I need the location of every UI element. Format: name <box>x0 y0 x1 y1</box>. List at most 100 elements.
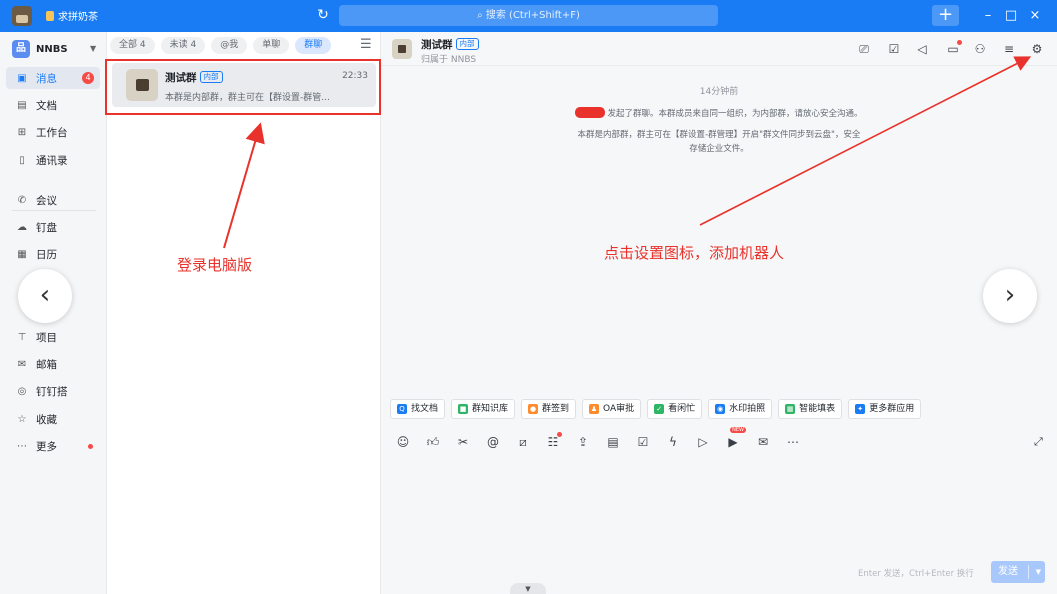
input-toolbar: ☺ 👍︎ ✂ @ ⧄ ☷ ⇪ ▤ ☑ ϟ ▷ ▶ NEW ✉ ⋯ <box>394 427 802 451</box>
quick-action-oa[interactable]: ♟ OA审批 <box>582 399 642 419</box>
calendar-icon[interactable]: ▤ <box>604 433 622 451</box>
list-menu-icon[interactable]: ☰ <box>360 37 372 52</box>
sidebar-item-label: 文档 <box>36 99 57 112</box>
sidebar-item-label: 通讯录 <box>36 154 68 167</box>
add-member-icon[interactable]: ⚇ <box>972 41 988 57</box>
quick-action-find-doc[interactable]: Q 找文档 <box>390 399 446 419</box>
prev-arrow-button[interactable]: ‹ <box>18 269 72 323</box>
sidebar-item-contacts[interactable]: ▯ 通讯录 <box>6 149 100 171</box>
sidebar-item-meeting[interactable]: ✆ 会议 <box>6 189 100 211</box>
slash-icon[interactable]: ⧄ <box>514 433 532 451</box>
system-message-text: 本群是内部群，群主可在【群设置-群管理】开启"群文件同步到云盘"，安全 <box>577 130 861 140</box>
internal-tag: 内部 <box>455 38 479 50</box>
filter-chips: 全部 4 未读 4 @我 单聊 群聊 <box>110 37 332 54</box>
quick-action-busy[interactable]: ✓ 看闲忙 <box>647 399 703 419</box>
quick-action-photo[interactable]: ◉ 水印拍照 <box>708 399 773 419</box>
star-icon: ☆ <box>17 413 27 425</box>
filter-groups[interactable]: 群聊 <box>295 37 332 54</box>
notification-dot <box>957 40 962 45</box>
quick-action-knowledge[interactable]: ■ 群知识库 <box>451 399 516 419</box>
at-icon[interactable]: @ <box>484 433 502 451</box>
highlight-box <box>105 59 381 115</box>
sidebar-item-label: 更多 <box>36 440 57 453</box>
sidebar-item-calendar[interactable]: ▦ 日历 <box>6 243 100 265</box>
filter-mentions[interactable]: @我 <box>211 37 248 54</box>
camera-icon: ◉ <box>715 404 726 414</box>
grid-icon: ⊞ <box>17 126 27 138</box>
notification-dot <box>557 432 562 437</box>
calendar-icon: ▦ <box>17 248 27 260</box>
live-icon[interactable]: ⎚ <box>856 41 872 57</box>
sidebar-item-label: 工作台 <box>36 126 68 139</box>
sidebar-item-more[interactable]: ⋯ 更多 <box>6 435 100 457</box>
sidebar-item-workbench[interactable]: ⊞ 工作台 <box>6 121 100 143</box>
next-arrow-button[interactable]: › <box>983 269 1037 323</box>
apps-icon: ✦ <box>855 404 866 414</box>
chat-avatar[interactable] <box>392 39 412 59</box>
more-icon[interactable]: ⋯ <box>784 433 802 451</box>
quick-action-more-apps[interactable]: ✦ 更多群应用 <box>848 399 922 419</box>
settings-gear-icon[interactable]: ⚙ <box>1029 41 1045 57</box>
live-stream-icon[interactable]: ▶ NEW <box>724 427 746 451</box>
scissors-icon[interactable]: ✂ <box>454 433 472 451</box>
quick-action-form[interactable]: ▦ 智能填表 <box>778 399 843 419</box>
quick-action-label: 智能填表 <box>799 404 836 414</box>
sidebar-item-favorites[interactable]: ☆ 收藏 <box>6 408 100 430</box>
build-icon: ◎ <box>17 385 27 397</box>
sidebar-item-messages[interactable]: ▣ 消息 4 <box>6 67 100 89</box>
mail-icon[interactable]: ✉ <box>754 433 772 451</box>
video-icon[interactable]: ▷ <box>694 433 712 451</box>
filter-all[interactable]: 全部 4 <box>110 37 155 54</box>
upload-icon[interactable]: ⇪ <box>574 433 592 451</box>
send-divider <box>1028 565 1029 579</box>
sidebar-item-label: 会议 <box>36 194 57 207</box>
maximize-button[interactable]: □ <box>1003 8 1019 24</box>
sidebar-item-label: 消息 <box>36 72 57 85</box>
sidebar-item-project[interactable]: ⊤ 项目 <box>6 326 100 348</box>
thumbs-up-icon[interactable]: 👍︎ <box>424 433 442 451</box>
send-button[interactable]: 发送 ▼ <box>991 561 1045 583</box>
quick-action-label: 水印拍照 <box>729 404 766 414</box>
annotation-login-note: 登录电脑版 <box>177 256 253 274</box>
sidebar-item-label: 收藏 <box>36 413 57 426</box>
user-avatar[interactable] <box>12 6 32 26</box>
lightning-icon[interactable]: ϟ <box>664 433 682 451</box>
mail-icon: ✉ <box>17 358 27 370</box>
search-doc-icon: Q <box>397 404 407 414</box>
announcement-icon[interactable]: ◁ <box>914 41 930 57</box>
quick-action-label: 更多群应用 <box>869 404 915 414</box>
location-icon: ● <box>528 404 539 414</box>
quick-actions-bar: Q 找文档 ■ 群知识库 ● 群签到 ♟ OA审批 ✓ 看闲忙 ◉ 水印拍照 ▦ 智能填表 ✦… <box>390 399 922 419</box>
more-icon: ⋯ <box>17 440 27 452</box>
new-badge: NEW <box>730 427 746 433</box>
search-input[interactable]: ⌕ 搜索 (Ctrl+Shift+F) <box>339 5 718 26</box>
unread-badge: 4 <box>82 72 94 84</box>
sidebar-item-docs[interactable]: ▤ 文档 <box>6 94 100 116</box>
expand-icon[interactable]: ⤢ <box>1034 435 1043 449</box>
folder-icon[interactable]: ▭ <box>945 40 962 57</box>
quick-action-checkin[interactable]: ● 群签到 <box>521 399 577 419</box>
chevron-down-icon[interactable]: ▼ <box>1036 561 1041 583</box>
history-icon[interactable]: ↻ <box>315 7 331 23</box>
filter-unread[interactable]: 未读 4 <box>160 37 206 54</box>
chat-panel: 测试群 内部 归属于 NNBS ⎚ ☑ ◁ ▭ ⚇ ≡ ⚙ 14分钟前 发起了群聊… <box>381 32 1057 594</box>
todo-icon[interactable]: ☷ <box>544 432 562 451</box>
sidebar-item-build[interactable]: ◎ 钉钉搭 <box>6 380 100 402</box>
checkbox-icon[interactable]: ☑ <box>634 433 652 451</box>
sidebar-item-label: 钉盘 <box>36 221 57 234</box>
search-history-icon[interactable]: ≡ <box>1001 41 1017 57</box>
emoji-icon[interactable]: ☺ <box>394 433 412 451</box>
sidebar-item-drive[interactable]: ☁ 钉盘 <box>6 216 100 238</box>
org-switcher[interactable]: 品 NNBS ▼ <box>12 40 96 58</box>
close-button[interactable]: × <box>1027 8 1043 24</box>
minimize-button[interactable]: – <box>980 8 996 24</box>
sidebar-item-label: 项目 <box>36 331 57 344</box>
filter-direct[interactable]: 单聊 <box>253 37 290 54</box>
task-check-icon[interactable]: ☑ <box>886 41 902 57</box>
table-icon: ▦ <box>785 404 796 414</box>
annotation-settings-note: 点击设置图标，添加机器人 <box>604 244 785 262</box>
plus-icon[interactable]: + <box>932 5 959 26</box>
sidebar-item-mail[interactable]: ✉ 邮箱 <box>6 353 100 375</box>
collapse-handle[interactable]: ▼ <box>510 583 546 594</box>
search-placeholder: 搜索 (Ctrl+Shift+F) <box>485 10 580 21</box>
